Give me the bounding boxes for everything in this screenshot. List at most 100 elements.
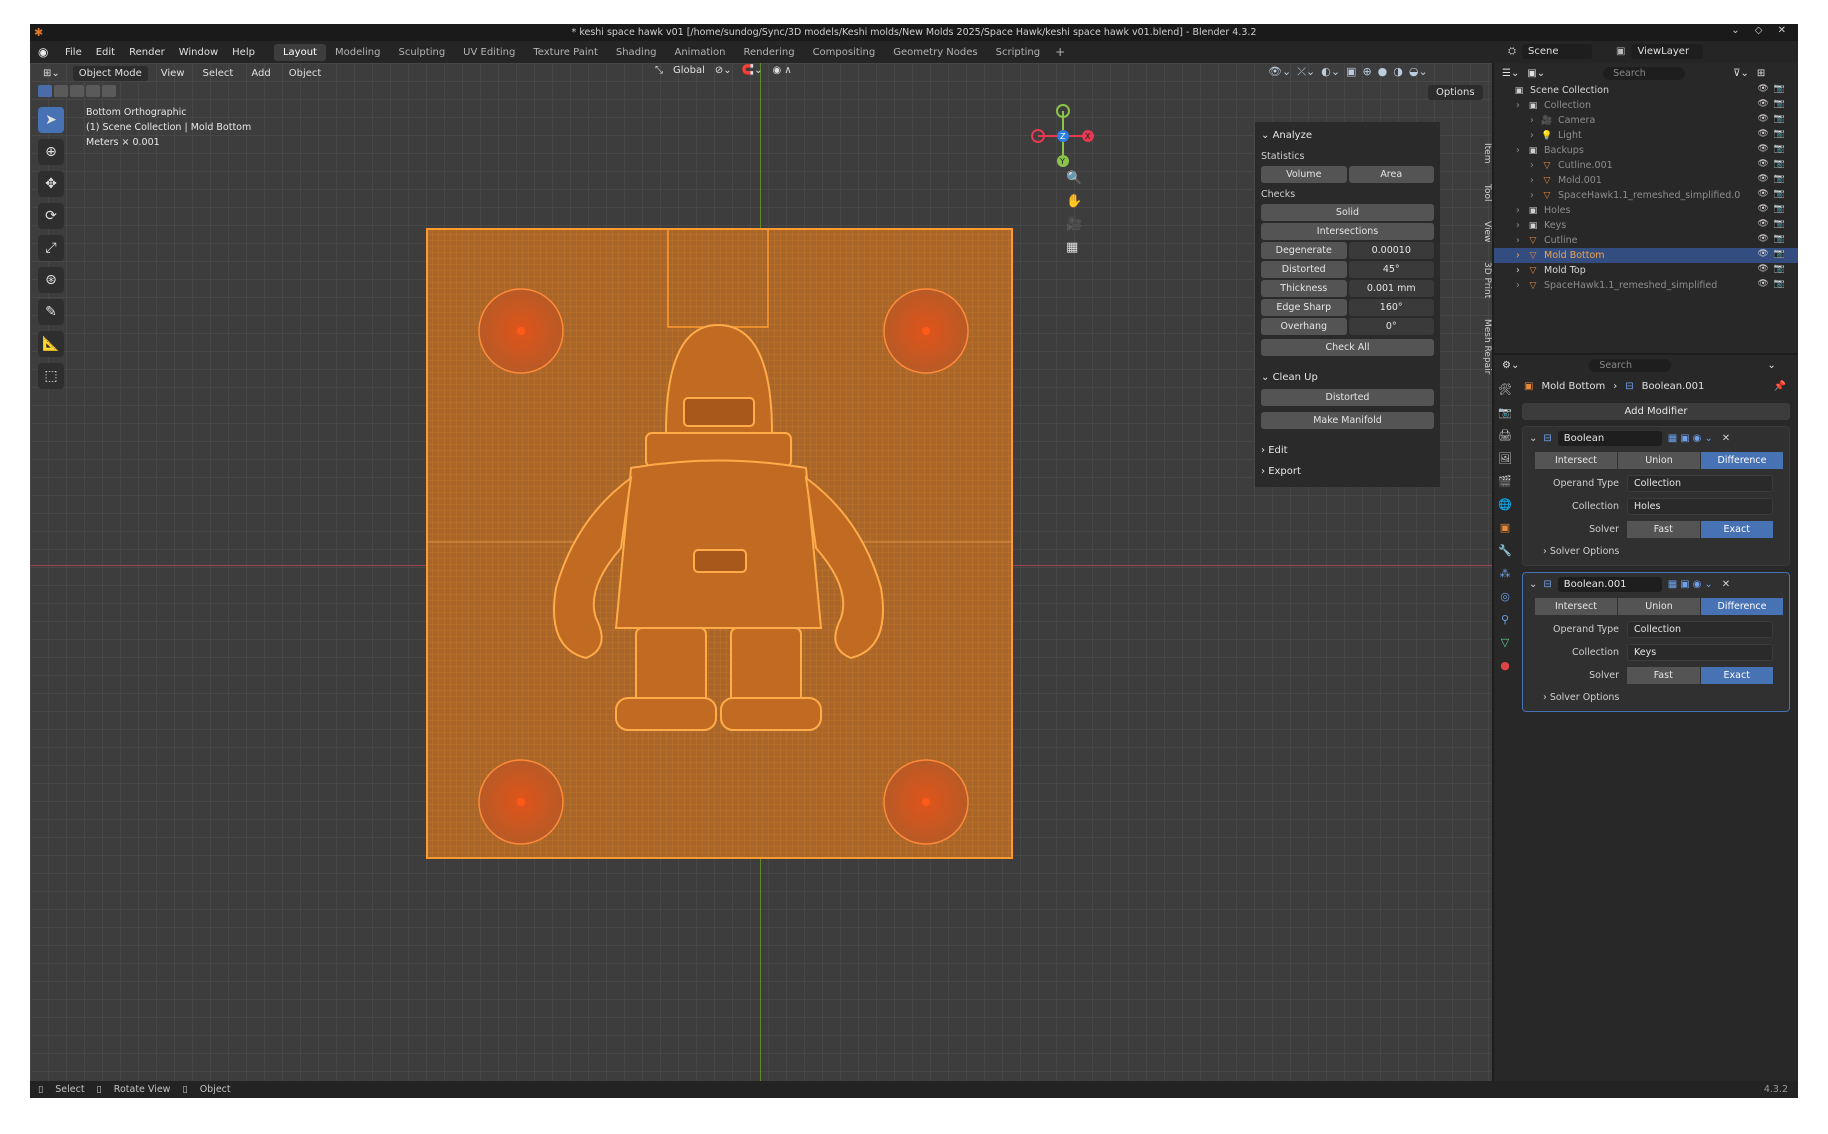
- menu-view[interactable]: View: [156, 67, 190, 80]
- tab-mesh-repair[interactable]: Mesh Repair: [1476, 319, 1492, 374]
- workspace-tab-compositing[interactable]: Compositing: [804, 44, 885, 61]
- volume-button[interactable]: Volume: [1261, 166, 1347, 183]
- solver-options-toggle[interactable]: › Solver Options: [1529, 690, 1783, 705]
- edge-sharp-check-button[interactable]: Edge Sharp: [1261, 299, 1347, 316]
- visibility-toggle-icons[interactable]: 👁📷: [1757, 234, 1790, 244]
- edit-section-header[interactable]: › Edit: [1261, 441, 1434, 462]
- collapse-chevron-icon[interactable]: ⌄: [1529, 579, 1537, 590]
- collapse-chevron-icon[interactable]: ⌄: [1529, 433, 1537, 444]
- outliner-row[interactable]: › ▣ Collection 👁📷: [1494, 98, 1798, 113]
- outliner-row[interactable]: › 🎥 Camera 👁📷: [1494, 113, 1798, 128]
- cursor-tool-icon[interactable]: ⊕: [38, 139, 64, 165]
- overhang-check-button[interactable]: Overhang: [1261, 318, 1347, 335]
- add-modifier-button[interactable]: Add Modifier: [1522, 403, 1790, 420]
- menu-file[interactable]: File: [58, 47, 89, 58]
- properties-search-input[interactable]: Search: [1589, 358, 1672, 372]
- annotate-tool-icon[interactable]: ✎: [38, 299, 64, 325]
- new-collection-icon[interactable]: ⊞: [1757, 68, 1765, 79]
- gizmo-toggle-icon[interactable]: ⤫⌄: [1297, 65, 1315, 79]
- menu-object[interactable]: Object: [284, 67, 327, 80]
- select-intersect-icon[interactable]: [102, 85, 116, 97]
- workspace-tab-modeling[interactable]: Modeling: [326, 44, 390, 61]
- expand-chevron-icon[interactable]: ›: [1516, 145, 1526, 156]
- visibility-toggle-icons[interactable]: 👁📷: [1757, 264, 1790, 274]
- select-extend-icon[interactable]: [54, 85, 68, 97]
- constraints-tab-icon[interactable]: ⚲: [1501, 613, 1509, 626]
- menu-window[interactable]: Window: [172, 47, 225, 58]
- outliner-row[interactable]: › 💡 Light 👁📷: [1494, 128, 1798, 143]
- material-tab-icon[interactable]: ●: [1500, 659, 1510, 672]
- remove-modifier-icon[interactable]: ✕: [1722, 579, 1730, 590]
- outliner-row[interactable]: › ▣ Holes 👁📷: [1494, 203, 1798, 218]
- intersect-button[interactable]: Intersect: [1535, 598, 1617, 615]
- pivot-icon[interactable]: ⊘⌄: [715, 65, 732, 76]
- expand-chevron-icon[interactable]: ›: [1516, 100, 1526, 111]
- check-all-button[interactable]: Check All: [1261, 339, 1434, 356]
- thickness-check-button[interactable]: Thickness: [1261, 280, 1347, 297]
- editor-type-icon[interactable]: ⊞⌄: [38, 67, 65, 80]
- expand-chevron-icon[interactable]: ›: [1516, 265, 1526, 276]
- menu-render[interactable]: Render: [122, 47, 172, 58]
- properties-editor-type-icon[interactable]: ⚙⌄: [1502, 360, 1519, 371]
- render-tab-icon[interactable]: 📷: [1498, 406, 1512, 419]
- workspace-tab-texture-paint[interactable]: Texture Paint: [524, 44, 607, 61]
- outliner-row[interactable]: › ▽ Mold Bottom 👁📷: [1494, 248, 1798, 263]
- material-shading-icon[interactable]: ◑: [1393, 65, 1403, 79]
- distorted-check-button[interactable]: Distorted: [1261, 261, 1347, 278]
- visibility-toggle-icons[interactable]: 👁📷: [1757, 204, 1790, 214]
- outliner-row[interactable]: › ▽ Mold Top 👁📷: [1494, 263, 1798, 278]
- tab-item[interactable]: Item: [1476, 143, 1492, 164]
- difference-button[interactable]: Difference: [1701, 598, 1783, 615]
- solid-shading-icon[interactable]: ●: [1378, 65, 1388, 79]
- 3d-viewport[interactable]: ⊞⌄ Object Mode View Select Add Object ⤡ …: [30, 63, 1492, 1081]
- transform-orientation-dropdown[interactable]: Global: [673, 65, 705, 76]
- menu-edit[interactable]: Edit: [89, 47, 122, 58]
- solver-fast-button[interactable]: Fast: [1627, 521, 1700, 538]
- expand-chevron-icon[interactable]: ›: [1530, 175, 1540, 186]
- menu-select[interactable]: Select: [198, 67, 239, 80]
- make-manifold-button[interactable]: Make Manifold: [1261, 412, 1434, 429]
- particles-tab-icon[interactable]: ⁂: [1500, 567, 1511, 580]
- tool-tab-icon[interactable]: 🛠: [1498, 383, 1512, 396]
- distorted-cleanup-button[interactable]: Distorted: [1261, 389, 1434, 406]
- visibility-toggle-icons[interactable]: 👁📷: [1757, 144, 1790, 154]
- outliner-search-input[interactable]: Search: [1603, 66, 1686, 80]
- zoom-icon[interactable]: 🔍: [1066, 171, 1082, 186]
- outliner-editor-type-icon[interactable]: ☰⌄: [1502, 68, 1519, 79]
- rendered-shading-icon[interactable]: ◒⌄: [1409, 65, 1428, 79]
- solid-check-button[interactable]: Solid: [1261, 204, 1434, 221]
- view-layer-field[interactable]: ViewLayer: [1631, 44, 1704, 59]
- expand-chevron-icon[interactable]: ›: [1530, 190, 1540, 201]
- modifier-name-field[interactable]: Boolean: [1557, 431, 1662, 446]
- collection-field[interactable]: Holes: [1627, 498, 1773, 515]
- filter-icon[interactable]: ⊽⌄: [1733, 68, 1749, 79]
- move-tool-icon[interactable]: ✥: [38, 171, 64, 197]
- measure-tool-icon[interactable]: 📐: [38, 331, 64, 357]
- pin-icon[interactable]: 📌: [1774, 381, 1786, 392]
- select-invert-icon[interactable]: [86, 85, 100, 97]
- distorted-value-field[interactable]: 45°: [1348, 261, 1434, 278]
- rotate-tool-icon[interactable]: ⟳: [38, 203, 64, 229]
- outliner-row[interactable]: › ▽ Mold.001 👁📷: [1494, 173, 1798, 188]
- intersect-button[interactable]: Intersect: [1535, 452, 1617, 469]
- object-tab-icon[interactable]: ▣: [1500, 521, 1510, 534]
- scale-tool-icon[interactable]: ⤢: [38, 235, 64, 261]
- mold-bottom-wireframe[interactable]: [426, 228, 1013, 859]
- options-button[interactable]: Options: [1428, 85, 1483, 100]
- outliner-row[interactable]: ▣ Scene Collection 👁📷: [1494, 83, 1798, 98]
- visibility-toggle-icons[interactable]: 👁📷: [1757, 174, 1790, 184]
- modifier-tab-icon[interactable]: 🔧: [1498, 544, 1512, 557]
- visibility-icon[interactable]: 👁⌄: [1268, 65, 1291, 79]
- select-new-icon[interactable]: [38, 85, 52, 97]
- outliner-row[interactable]: › ▽ Cutline 👁📷: [1494, 233, 1798, 248]
- solver-exact-button[interactable]: Exact: [1700, 521, 1773, 538]
- add-cube-tool-icon[interactable]: ⬚: [38, 363, 64, 389]
- proportional-edit-icon[interactable]: ◉ ∧: [773, 65, 792, 76]
- transform-tool-icon[interactable]: ⊛: [38, 267, 64, 293]
- add-workspace-button[interactable]: +: [1049, 45, 1071, 59]
- union-button[interactable]: Union: [1618, 598, 1700, 615]
- properties-collapse-icon[interactable]: ⌄: [1767, 360, 1775, 371]
- collection-field[interactable]: Keys: [1627, 644, 1773, 661]
- operand-type-dropdown[interactable]: Collection: [1627, 621, 1773, 638]
- degenerate-value-field[interactable]: 0.00010: [1348, 242, 1434, 259]
